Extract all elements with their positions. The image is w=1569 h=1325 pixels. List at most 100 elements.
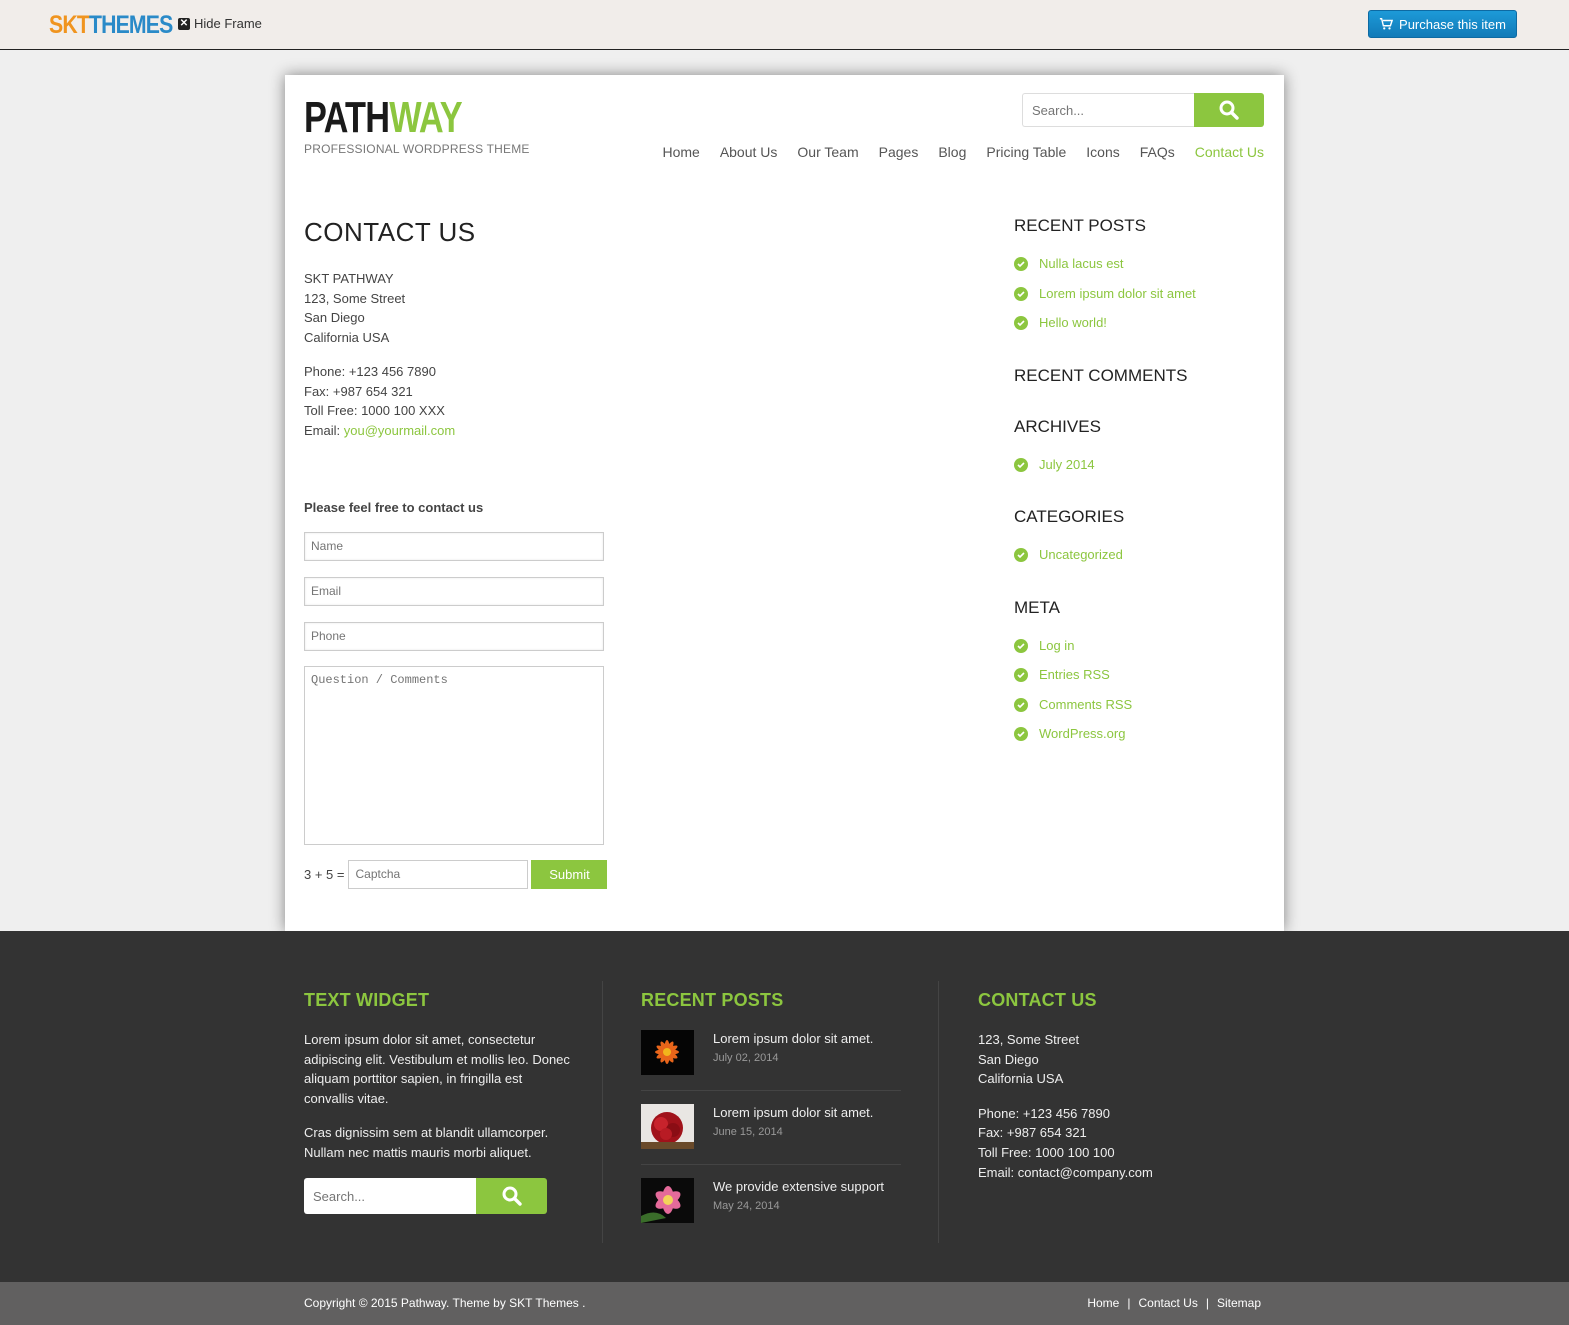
- footer: TEXT WIDGET Lorem ipsum dolor sit amet, …: [0, 931, 1569, 1282]
- recent-posts-list: Nulla lacus est Lorem ipsum dolor sit am…: [1014, 256, 1264, 345]
- footer-contact: CONTACT US 123, Some Street San Diego Ca…: [978, 988, 1238, 1182]
- post-separator: [641, 1164, 901, 1165]
- meta-link[interactable]: Comments RSS: [1014, 697, 1264, 727]
- close-icon: ✕: [178, 17, 190, 30]
- nav-about-us[interactable]: About Us: [720, 144, 778, 160]
- column-divider: [602, 981, 603, 1243]
- bottom-link-contact-us[interactable]: Contact Us: [1138, 1296, 1197, 1310]
- meta-link[interactable]: Log in: [1014, 638, 1264, 668]
- column-divider: [938, 981, 939, 1243]
- nav-contact-us[interactable]: Contact Us: [1195, 144, 1264, 160]
- recent-post-link[interactable]: Lorem ipsum dolor sit amet: [1014, 286, 1264, 316]
- meta-label: Comments RSS: [1039, 696, 1133, 712]
- form-heading: Please feel free to contact us: [304, 499, 484, 515]
- post-thumbnail[interactable]: [641, 1104, 694, 1149]
- header-search-input[interactable]: [1022, 93, 1195, 127]
- comments-field[interactable]: [304, 665, 604, 845]
- post-title[interactable]: Lorem ipsum dolor sit amet.: [713, 1031, 873, 1046]
- bottom-link-home[interactable]: Home: [1087, 1296, 1119, 1310]
- meta-link[interactable]: Entries RSS: [1014, 667, 1264, 697]
- recent-post-label: Nulla lacus est: [1039, 256, 1124, 271]
- post-title[interactable]: We provide extensive support: [713, 1179, 884, 1194]
- skt-themes-logo[interactable]: SKTTHEMES: [49, 11, 173, 39]
- check-circle-icon: [1014, 316, 1028, 330]
- footer-address-line: California USA: [978, 1071, 1064, 1087]
- link-separator: |: [1127, 1296, 1131, 1310]
- nav-icons[interactable]: Icons: [1086, 144, 1119, 160]
- hide-frame-label: Hide Frame: [194, 16, 262, 31]
- captcha-row: 3 + 5 = Submit: [304, 859, 804, 889]
- footer-address-line: 123, Some Street: [978, 1032, 1080, 1047]
- recent-post-link[interactable]: Nulla lacus est: [1014, 256, 1264, 286]
- phone-line: Phone: +123 456 7890: [304, 363, 436, 379]
- footer-post: We provide extensive support May 24, 201…: [641, 1178, 901, 1252]
- footer-contact-details: Phone: +123 456 7890 Fax: +987 654 321 T…: [978, 1104, 1238, 1182]
- post-date: June 15, 2014: [713, 1126, 783, 1138]
- recent-post-label: Lorem ipsum dolor sit amet: [1039, 285, 1196, 301]
- address-line: California USA: [304, 330, 390, 346]
- page-title: CONTACT US: [304, 217, 476, 247]
- text-widget-paragraph: Lorem ipsum dolor sit amet, consectetur …: [304, 1032, 570, 1106]
- post-separator: [641, 1090, 901, 1091]
- nav-home[interactable]: Home: [662, 144, 699, 160]
- check-circle-icon: [1014, 548, 1028, 562]
- footer-address: 123, Some Street San Diego California US…: [978, 1030, 1238, 1089]
- purchase-button[interactable]: Purchase this item: [1368, 10, 1517, 38]
- bottom-link-sitemap[interactable]: Sitemap: [1217, 1296, 1261, 1310]
- post-thumbnail[interactable]: [641, 1178, 694, 1223]
- nav-pricing-table[interactable]: Pricing Table: [986, 144, 1066, 160]
- logo-part1: PATH: [304, 93, 390, 142]
- check-circle-icon: [1014, 638, 1028, 653]
- address-block: SKT PATHWAY 123, Some Street San Diego C…: [304, 269, 804, 348]
- post-title[interactable]: Lorem ipsum dolor sit amet.: [713, 1105, 873, 1120]
- recent-comments-heading: RECENT COMMENTS: [1014, 365, 1188, 385]
- recent-post-link[interactable]: Hello world!: [1014, 315, 1264, 345]
- meta-link[interactable]: WordPress.org: [1014, 726, 1264, 756]
- submit-button[interactable]: Submit: [531, 859, 608, 889]
- purchase-label: Purchase this item: [1399, 16, 1506, 32]
- fax-line: Fax: +987 654 321: [304, 383, 413, 399]
- footer-post: Lorem ipsum dolor sit amet. June 15, 201…: [641, 1104, 901, 1178]
- address-line: SKT PATHWAY: [304, 271, 394, 286]
- site-logo[interactable]: PATHWAY: [304, 93, 463, 142]
- archive-label: July 2014: [1039, 456, 1095, 472]
- name-field[interactable]: [304, 531, 604, 561]
- phone-field[interactable]: [304, 621, 604, 651]
- footer-phone: Phone: +123 456 7890: [978, 1105, 1110, 1121]
- contact-details: Phone: +123 456 7890 Fax: +987 654 321 T…: [304, 362, 804, 441]
- address-line: 123, Some Street: [304, 290, 406, 306]
- main-nav: Home About Us Our Team Pages Blog Pricin…: [642, 144, 1264, 160]
- logo-part2: WAY: [389, 93, 462, 142]
- footer-post: Lorem ipsum dolor sit amet. July 02, 201…: [641, 1030, 901, 1104]
- categories-list: Uncategorized: [1014, 547, 1264, 577]
- hide-frame-button[interactable]: ✕ Hide Frame: [178, 16, 262, 31]
- recent-posts-heading: RECENT POSTS: [1014, 216, 1146, 235]
- nav-our-team[interactable]: Our Team: [797, 144, 858, 160]
- footer-contact-heading: CONTACT US: [978, 990, 1097, 1010]
- footer-search-input[interactable]: [304, 1178, 477, 1214]
- site-tagline: PROFESSIONAL WORDPRESS THEME: [304, 142, 530, 156]
- nav-pages[interactable]: Pages: [879, 144, 919, 160]
- header-search-button[interactable]: [1194, 93, 1264, 127]
- cart-icon: [1379, 18, 1394, 30]
- footer-search-button[interactable]: [476, 1178, 547, 1214]
- search-icon: [1219, 100, 1239, 120]
- archive-link[interactable]: July 2014: [1014, 457, 1264, 487]
- post-date: July 02, 2014: [713, 1052, 779, 1064]
- email-field[interactable]: [304, 576, 604, 606]
- nav-blog[interactable]: Blog: [938, 144, 966, 160]
- nav-faqs[interactable]: FAQs: [1140, 144, 1175, 160]
- toll-free-line: Toll Free: 1000 100 XXX: [304, 403, 445, 419]
- link-separator: |: [1205, 1296, 1209, 1310]
- footer-address-line: San Diego: [978, 1051, 1039, 1067]
- category-link[interactable]: Uncategorized: [1014, 547, 1264, 577]
- email-link[interactable]: you@yourmail.com: [344, 423, 455, 438]
- post-thumbnail[interactable]: [641, 1030, 694, 1075]
- check-circle-icon: [1014, 257, 1028, 271]
- archives-list: July 2014: [1014, 457, 1264, 487]
- captcha-field[interactable]: [348, 859, 529, 889]
- meta-label: Entries RSS: [1039, 667, 1110, 682]
- text-widget-heading: TEXT WIDGET: [304, 990, 430, 1010]
- sidebar: RECENT POSTS Nulla lacus est Lorem ipsum…: [1014, 216, 1264, 756]
- check-circle-icon: [1014, 286, 1028, 301]
